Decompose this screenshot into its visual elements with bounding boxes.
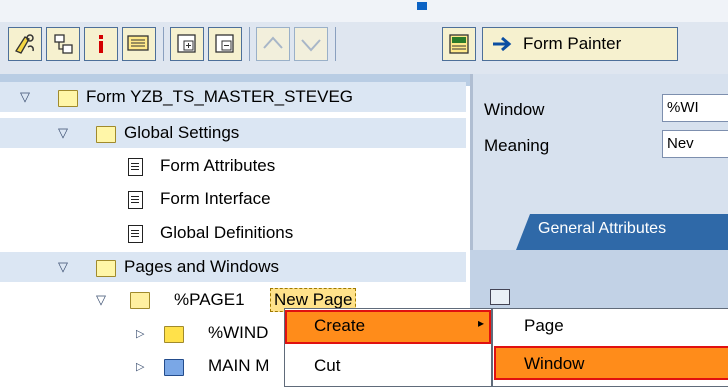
- toolbar-separator: [163, 27, 164, 61]
- collapse-all-icon[interactable]: [208, 27, 242, 61]
- expand-triangle-icon[interactable]: ▷: [136, 360, 144, 373]
- toolbar-separator: [335, 27, 336, 61]
- tree-node-label: %PAGE1: [174, 290, 245, 309]
- window-icon: [164, 326, 184, 343]
- tree-node-label: Form YZB_TS_MASTER_STEVEG: [86, 87, 354, 106]
- submenu-item-page[interactable]: Page: [524, 316, 564, 336]
- document-icon: [128, 158, 143, 176]
- tree-node-global-settings[interactable]: ▽ Global Settings: [0, 118, 466, 148]
- submenu-item-window-label: Window: [524, 354, 585, 373]
- collapse-triangle-icon[interactable]: ▽: [58, 125, 68, 141]
- tree-node-label: Global Definitions: [160, 223, 294, 242]
- window-field[interactable]: %WI: [662, 94, 728, 122]
- move-down-icon[interactable]: [294, 27, 328, 61]
- form-painter-label: Form Painter: [523, 34, 622, 53]
- tree-node-label: Global Settings: [124, 123, 240, 142]
- tree-node-label: Form Interface: [160, 189, 271, 208]
- table-icon[interactable]: [442, 27, 476, 61]
- form-painter-button[interactable]: Form Painter: [482, 27, 678, 61]
- collapse-triangle-icon[interactable]: ▽: [58, 259, 68, 275]
- expand-all-icon[interactable]: [170, 27, 204, 61]
- collapse-triangle-icon[interactable]: ▽: [96, 292, 106, 308]
- expand-triangle-icon[interactable]: ▷: [136, 327, 144, 340]
- document-icon: [128, 191, 143, 209]
- toolbar-separator: [249, 27, 250, 61]
- collapse-triangle-icon[interactable]: ▽: [20, 89, 30, 105]
- info-icon[interactable]: [84, 27, 118, 61]
- tree-node-form-interface[interactable]: Form Interface: [0, 184, 466, 214]
- folder-icon: [58, 90, 78, 107]
- hierarchy-icon[interactable]: [46, 27, 80, 61]
- edit-link-icon[interactable]: [8, 27, 42, 61]
- window-label: Window: [484, 100, 545, 119]
- tree-node-form[interactable]: ▽ Form YZB_TS_MASTER_STEVEG: [0, 82, 466, 112]
- title-strip: [0, 0, 728, 22]
- arrow-right-icon: [493, 36, 512, 52]
- document-icon: [128, 225, 143, 243]
- print-preview-icon[interactable]: [122, 27, 156, 61]
- tree-node-label: Form Attributes: [160, 156, 276, 175]
- menu-item-cut[interactable]: Cut: [314, 356, 340, 376]
- meaning-label: Meaning: [484, 136, 550, 155]
- page-icon: [130, 292, 150, 309]
- tree-node-global-definitions[interactable]: Global Definitions: [0, 218, 466, 248]
- tree-node-label: %WIND: [208, 323, 269, 342]
- meaning-field[interactable]: Nev: [662, 130, 728, 158]
- folder-icon: [96, 260, 116, 277]
- tab-general-attributes-label: General Attributes: [538, 220, 667, 237]
- submenu-arrow-icon: ▸: [478, 316, 485, 330]
- tree-node-pages-windows[interactable]: ▽ Pages and Windows: [0, 252, 466, 282]
- move-up-icon[interactable]: [256, 27, 290, 61]
- title-accent: [417, 2, 427, 10]
- folder-icon: [96, 126, 116, 143]
- tree-node-label: MAIN M: [208, 356, 270, 375]
- copy-icon[interactable]: [490, 289, 510, 305]
- main-window-icon: [164, 359, 184, 376]
- tree-node-form-attributes[interactable]: Form Attributes: [0, 151, 466, 181]
- tree-node-label: Pages and Windows: [124, 257, 279, 276]
- menu-item-create-label: Create: [314, 316, 366, 335]
